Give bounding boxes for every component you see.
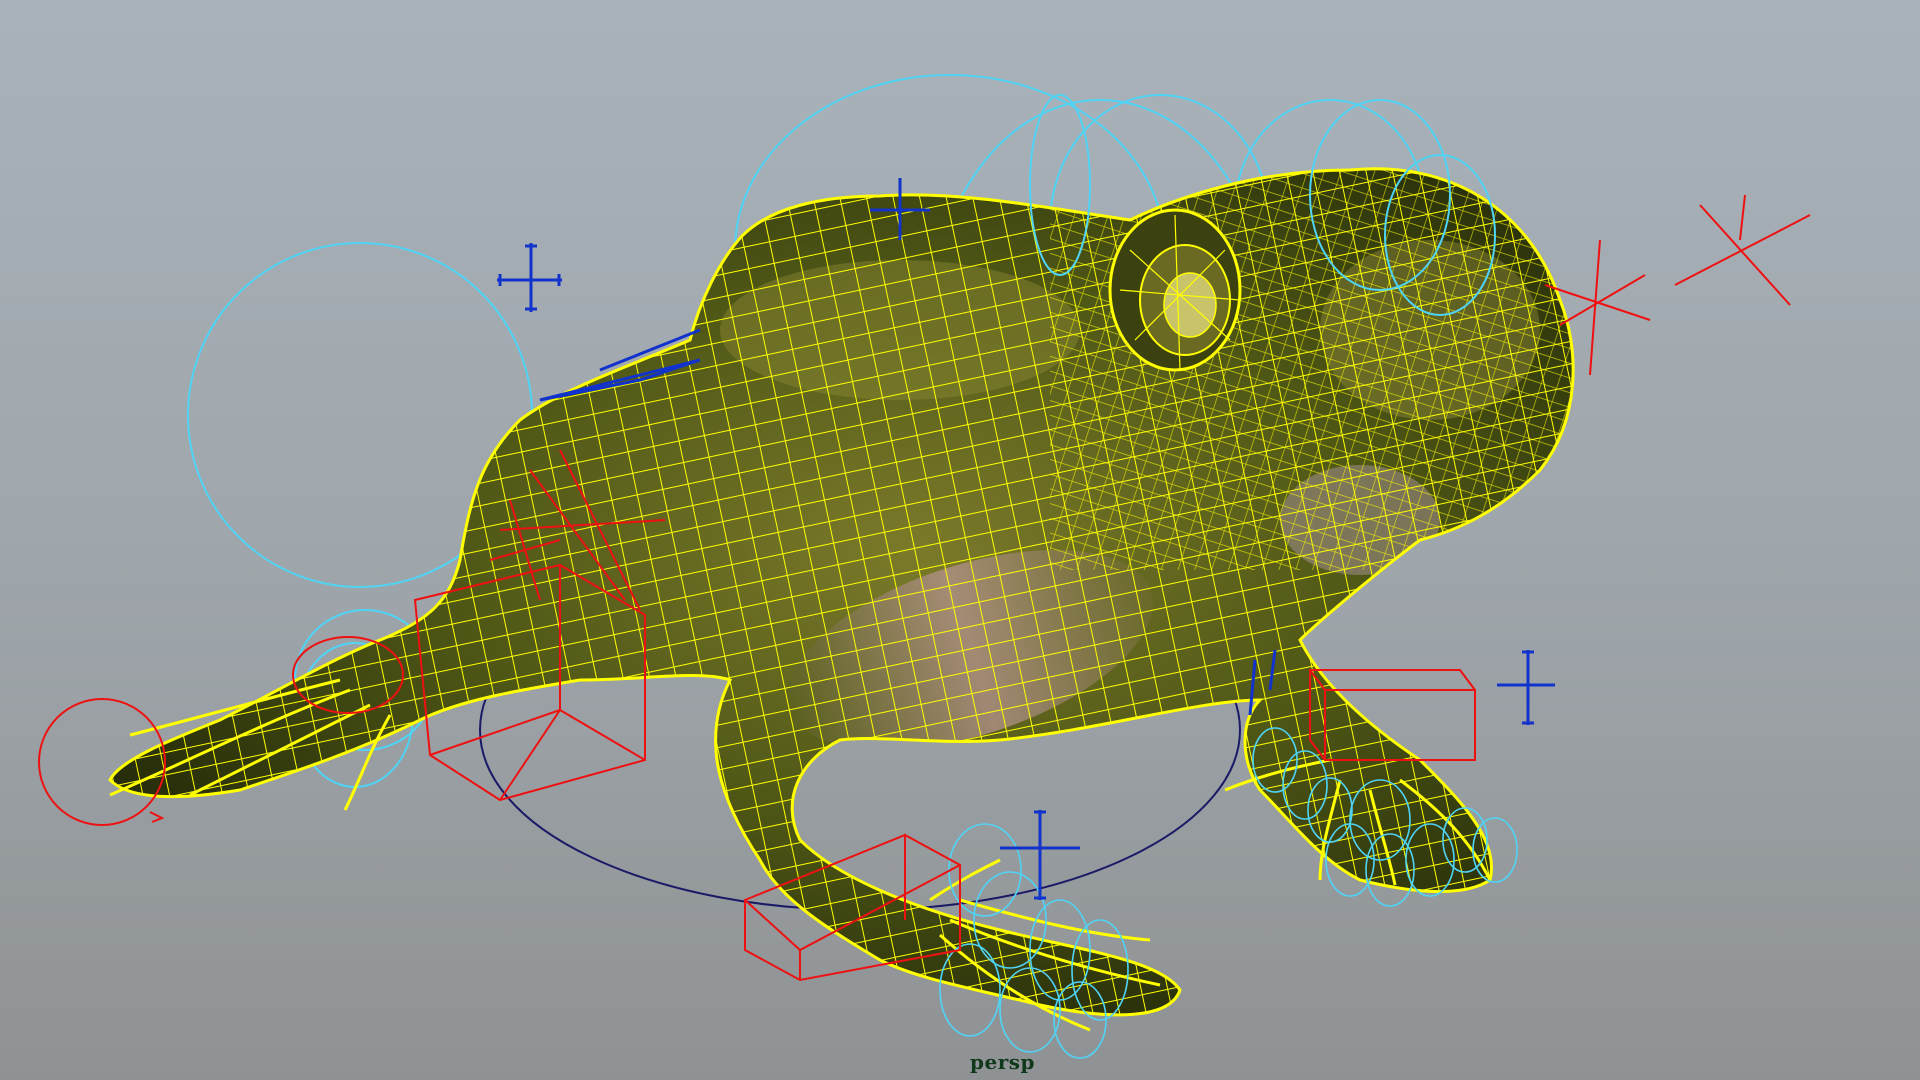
hip-ik-cross (497, 243, 562, 312)
maya-perspective-viewport[interactable]: persp (0, 0, 1920, 1080)
front-left-ik-cross (1000, 810, 1080, 900)
front-right-ik-cross (1497, 650, 1555, 725)
wireframe-grid-fine (1050, 168, 1574, 570)
scene-canvas[interactable] (0, 0, 1920, 1080)
head-tip-locator (1674, 194, 1811, 306)
eye[interactable] (1108, 208, 1242, 372)
camera-label: persp (970, 1050, 1035, 1074)
